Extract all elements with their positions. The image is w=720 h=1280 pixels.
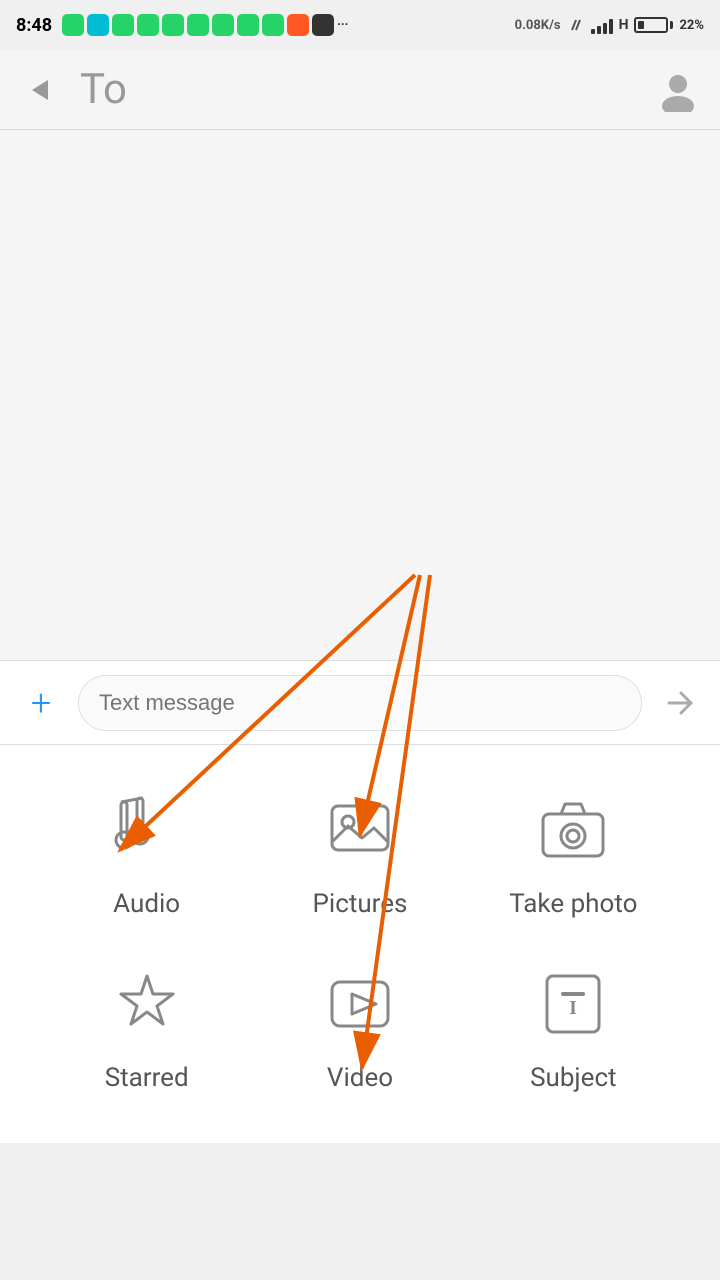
app-icon-7 [212,14,234,36]
subject-label: Subject [530,1063,617,1093]
signal-bars [591,16,613,34]
message-input[interactable] [78,675,642,731]
send-button[interactable] [654,678,704,728]
pictures-button[interactable]: Pictures [280,785,440,919]
take-photo-button[interactable]: Take photo [493,785,653,919]
app-icon-5 [162,14,184,36]
take-photo-label: Take photo [509,889,637,919]
message-header: To [0,50,720,130]
svg-text:I: I [569,997,577,1019]
person-icon [656,68,700,112]
arrows-icon [567,16,585,34]
app-icon-6 [187,14,209,36]
subject-button[interactable]: I Subject [493,959,653,1093]
back-arrow-icon [32,80,48,100]
audio-label: Audio [113,889,180,919]
battery-indicator [634,17,673,33]
attach-row-2: Starred Video I Subject [0,949,720,1123]
pictures-icon-wrap [315,785,405,875]
plus-icon: + [31,685,51,721]
music-icon [111,794,183,866]
starred-icon-wrap [102,959,192,1049]
input-bar: + [0,660,720,745]
attach-row-1: Audio Pictures Ta [0,775,720,949]
app-icons: ... [62,14,348,36]
attachment-panel: Audio Pictures Ta [0,745,720,1143]
starred-button[interactable]: Starred [67,959,227,1093]
video-label: Video [327,1063,393,1093]
network-type: H [619,17,629,33]
video-icon-wrap [315,959,405,1049]
subject-icon: I [537,968,609,1040]
video-icon [324,968,396,1040]
status-right: 0.08K/s H 22% [515,16,704,34]
app-icon-3 [112,14,134,36]
to-label: To [80,65,636,114]
pictures-label: Pictures [313,889,408,919]
audio-button[interactable]: Audio [67,785,227,919]
back-button[interactable] [20,70,60,110]
contact-button[interactable] [656,68,700,112]
message-content-area [0,130,720,660]
app-icon-8 [237,14,259,36]
subject-icon-wrap: I [528,959,618,1049]
camera-icon [537,794,609,866]
send-icon [659,683,699,723]
app-icon-2 [87,14,109,36]
add-attachment-button[interactable]: + [16,678,66,728]
app-icon-10 [287,14,309,36]
app-icon-9 [262,14,284,36]
app-icon-11 [312,14,334,36]
image-icon [324,794,396,866]
time-display: 8:48 [16,15,52,36]
video-button[interactable]: Video [280,959,440,1093]
audio-icon-wrap [102,785,192,875]
take-photo-icon-wrap [528,785,618,875]
star-icon [111,968,183,1040]
battery-percent: 22% [679,18,704,33]
network-speed: 0.08K/s [515,18,561,33]
app-icon-whatsapp [62,14,84,36]
status-bar: 8:48 ... 0.08K/s H [0,0,720,50]
more-apps: ... [337,14,348,36]
app-icon-4 [137,14,159,36]
starred-label: Starred [105,1063,189,1093]
